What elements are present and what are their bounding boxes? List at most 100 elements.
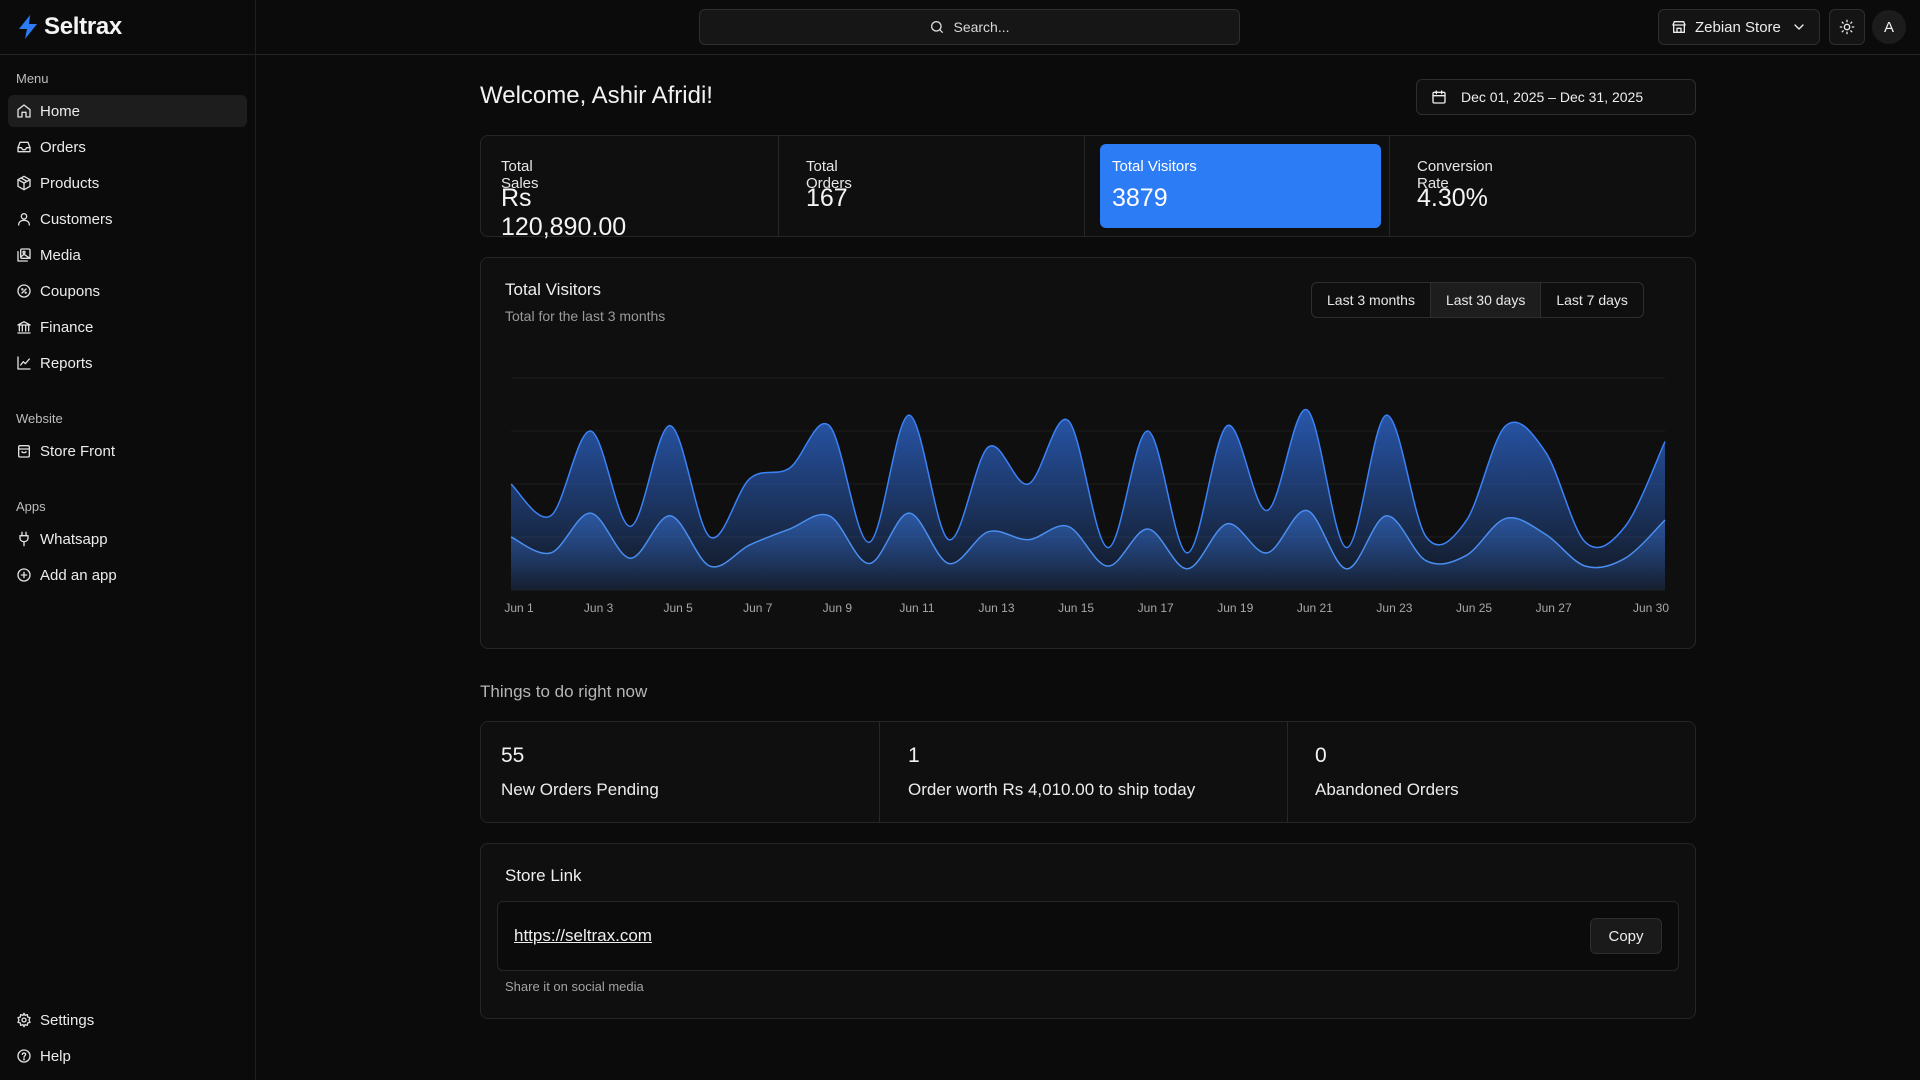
store-link-title: Store Link [505, 866, 582, 885]
x-tick-label: Jun 27 [1536, 601, 1572, 615]
todo-heading: Things to do right now [480, 682, 648, 701]
todo-count: 0 [1315, 744, 1327, 767]
inbox-icon [16, 139, 32, 155]
sidebar-item-label: Settings [40, 1011, 95, 1029]
store-link-box: https://seltrax.com Copy [497, 901, 1679, 971]
storefront-icon [16, 443, 32, 459]
sidebar-item-label: Customers [40, 210, 113, 228]
search-label: Search... [953, 19, 1010, 35]
sidebar-group-website: Website [16, 411, 63, 426]
avatar[interactable]: A [1872, 10, 1906, 44]
stat-value: 167 [806, 184, 848, 212]
bank-icon [16, 319, 32, 335]
sidebar-item-coupons[interactable]: Coupons [8, 275, 247, 307]
badge-percent-icon [16, 283, 32, 299]
sun-icon [1839, 19, 1855, 35]
x-tick-label: Jun 21 [1297, 601, 1333, 615]
images-icon [16, 247, 32, 263]
sidebar-group-apps: Apps [16, 499, 46, 514]
stat-divider [1084, 136, 1085, 236]
gear-icon [16, 1012, 32, 1028]
package-icon [16, 175, 32, 191]
x-tick-label: Jun 30 [1633, 601, 1669, 615]
todo-divider [879, 722, 880, 822]
plug-icon [16, 531, 32, 547]
sidebar-group-menu: Menu [16, 71, 49, 86]
stat-total-visitors[interactable]: Total Visitors 3879 [1100, 144, 1381, 228]
todo-label: New Orders Pending [501, 780, 659, 799]
sidebar-item-finance[interactable]: Finance [8, 311, 247, 343]
x-tick-label: Jun 23 [1376, 601, 1412, 615]
plus-circle-icon [16, 567, 32, 583]
todo-label: Abandoned Orders [1315, 780, 1459, 799]
copy-button[interactable]: Copy [1590, 918, 1662, 954]
sidebar-item-label: Add an app [40, 566, 117, 584]
brand-logo[interactable]: Seltrax [16, 13, 122, 41]
x-tick-label: Jun 5 [663, 601, 693, 615]
sidebar-item-store-front[interactable]: Store Front [8, 435, 247, 467]
x-tick-label: Jun 11 [899, 601, 934, 615]
visitors-area-chart: Jun 1 Jun 3 Jun 5 Jun 7 Jun 9 Jun 11 Jun 13 Jun… [504, 377, 1669, 615]
x-tick-label: Jun 25 [1456, 601, 1492, 615]
sidebar-item-orders[interactable]: Orders [8, 131, 247, 163]
user-icon [16, 211, 32, 227]
sidebar-item-home[interactable]: Home [8, 95, 247, 127]
search-icon [929, 19, 945, 35]
theme-toggle-button[interactable] [1829, 9, 1865, 45]
store-selector[interactable]: Zebian Store [1658, 9, 1820, 45]
sidebar-item-customers[interactable]: Customers [8, 203, 247, 235]
sidebar-item-reports[interactable]: Reports [8, 347, 247, 379]
bolt-icon [19, 15, 37, 39]
stat-label: Total Visitors [1112, 158, 1197, 175]
share-note: Share it on social media [505, 979, 644, 994]
x-tick-label: Jun 19 [1217, 601, 1253, 615]
stat-value: Rs 120,890.00 [501, 184, 627, 241]
todo-count: 1 [908, 744, 920, 767]
sidebar-item-label: Coupons [40, 282, 101, 300]
store-url-link[interactable]: https://seltrax.com [514, 926, 652, 946]
sidebar-item-whatsapp[interactable]: Whatsapp [8, 523, 247, 555]
stat-value: 4.30% [1417, 184, 1488, 212]
store-icon [1671, 19, 1687, 35]
page-title: Welcome, Ashir Afridi! [480, 82, 713, 109]
x-tick-label: Jun 17 [1138, 601, 1174, 615]
stat-value: 3879 [1112, 184, 1168, 212]
store-name: Zebian Store [1695, 18, 1781, 36]
brand-name: Seltrax [44, 13, 122, 40]
todo-panel: 55 New Orders Pending 1 Order worth Rs 4… [480, 721, 1696, 823]
x-tick-label: Jun 3 [584, 601, 614, 615]
x-tick-label: Jun 1 [504, 601, 534, 615]
sidebar-item-label: Finance [40, 318, 94, 336]
calendar-icon [1431, 89, 1447, 105]
sidebar-item-label: Products [40, 174, 100, 192]
sidebar-item-label: Help [40, 1047, 71, 1065]
sidebar-divider [255, 0, 256, 1080]
date-range-label: Dec 01, 2025 – Dec 31, 2025 [1461, 89, 1644, 105]
stat-divider [1389, 136, 1390, 236]
sidebar-item-add-app[interactable]: Add an app [8, 559, 247, 591]
sidebar-item-settings[interactable]: Settings [8, 1004, 247, 1036]
sidebar-item-label: Reports [40, 354, 93, 372]
help-circle-icon [16, 1048, 32, 1064]
sidebar-item-media[interactable]: Media [8, 239, 247, 271]
home-icon [16, 103, 32, 119]
x-tick-label: Jun 9 [823, 601, 853, 615]
sidebar-item-products[interactable]: Products [8, 167, 247, 199]
sidebar-item-label: Media [40, 246, 81, 264]
visitors-chart-card: Total Visitors Total for the last 3 mont… [480, 257, 1696, 649]
todo-count: 55 [501, 744, 525, 767]
stat-divider [778, 136, 779, 236]
sidebar-item-label: Orders [40, 138, 86, 156]
stats-panel: Total Sales Rs 120,890.00 Total Orders 1… [480, 135, 1696, 241]
search-input[interactable]: Search... [699, 9, 1240, 45]
x-tick-label: Jun 15 [1058, 601, 1094, 615]
sidebar-item-label: Home [40, 102, 81, 120]
sidebar-item-help[interactable]: Help [8, 1040, 247, 1072]
date-range-picker[interactable]: Dec 01, 2025 – Dec 31, 2025 [1416, 79, 1696, 115]
todo-label: Order worth Rs 4,010.00 to ship today [908, 780, 1196, 799]
sidebar-item-label: Store Front [40, 442, 116, 460]
x-tick-label: Jun 13 [979, 601, 1015, 615]
x-tick-label: Jun 7 [743, 601, 773, 615]
store-link-card: Store Link https://seltrax.com Copy Shar… [480, 843, 1696, 1019]
chevron-down-icon [1791, 19, 1807, 35]
